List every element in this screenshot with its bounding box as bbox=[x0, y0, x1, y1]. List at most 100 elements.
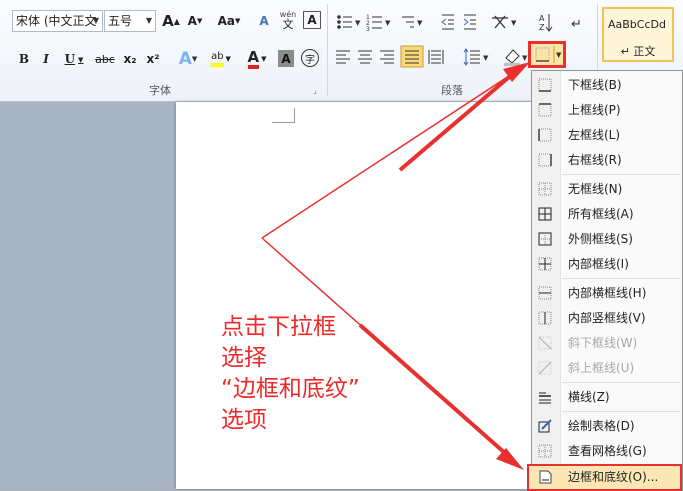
menu-separator bbox=[562, 278, 680, 279]
shading-icon[interactable]: ▼ bbox=[504, 49, 528, 66]
font-size-combo[interactable]: 五号 ▼ bbox=[104, 10, 156, 32]
style-normal[interactable]: AaBbCcDd ↵ 正文 bbox=[602, 7, 674, 62]
page-margin-corner bbox=[272, 108, 295, 123]
grow-font-icon: A bbox=[162, 12, 174, 30]
borders-button[interactable]: ▼ bbox=[528, 41, 566, 68]
bold-button[interactable]: B bbox=[14, 48, 34, 70]
menu-item-right-border[interactable]: 右框线(R) bbox=[532, 148, 682, 173]
inside-borders-icon bbox=[538, 257, 552, 271]
italic-button[interactable]: I bbox=[36, 48, 56, 70]
group-label-paragraph: 段落 bbox=[441, 84, 463, 97]
italic-icon: I bbox=[43, 52, 49, 66]
underline-button[interactable]: U ▼ bbox=[60, 48, 88, 70]
menu-item-bottom-border[interactable]: 下框线(B) bbox=[532, 73, 682, 98]
borders-shading-icon bbox=[539, 470, 552, 484]
enclose-characters-icon: 字 bbox=[305, 54, 315, 66]
menu-item-label: 斜下框线(W) bbox=[568, 336, 638, 350]
svg-text:▼: ▼ bbox=[483, 54, 489, 62]
distributed-icon[interactable] bbox=[428, 50, 444, 64]
strikethrough-button[interactable]: abc bbox=[92, 48, 118, 70]
svg-text:▼: ▼ bbox=[385, 19, 391, 27]
bullets-icon[interactable]: ▼ bbox=[337, 15, 361, 29]
all-borders-icon bbox=[538, 207, 552, 221]
menu-item-left-border[interactable]: 左框线(L) bbox=[532, 123, 682, 148]
bottom-border-icon bbox=[538, 78, 552, 92]
font-name-value: 宋体 (中文正文 bbox=[16, 14, 97, 28]
group-separator bbox=[327, 4, 328, 96]
menu-item-diagonal-up-border: 斜上框线(U) bbox=[532, 356, 682, 381]
menu-item-view-gridlines[interactable]: 查看网格线(G) bbox=[532, 439, 682, 464]
inside-vertical-border-icon bbox=[538, 311, 552, 325]
text-effects-button[interactable]: A ▼ bbox=[174, 48, 202, 70]
font-color-button[interactable]: A ▼ bbox=[242, 48, 272, 70]
menu-item-outside-borders[interactable]: 外侧框线(S) bbox=[532, 227, 682, 252]
justify-icon[interactable] bbox=[400, 45, 424, 68]
borders-icon: ▼ bbox=[535, 46, 562, 63]
enclose-characters-button[interactable]: 字 bbox=[301, 49, 319, 67]
character-border-button[interactable]: A bbox=[303, 11, 321, 29]
align-right-icon[interactable] bbox=[380, 50, 394, 64]
svg-text:3: 3 bbox=[366, 26, 370, 33]
menu-item-label: 横线(Z) bbox=[568, 390, 610, 404]
menu-item-top-border[interactable]: 上框线(P) bbox=[532, 98, 682, 123]
phonetic-guide-button[interactable]: wén 文 bbox=[276, 9, 300, 31]
font-color-icon: A bbox=[247, 49, 260, 69]
align-center-icon[interactable] bbox=[358, 50, 372, 64]
style-preview: AaBbCcDd bbox=[608, 18, 666, 31]
numbering-icon[interactable]: 123 ▼ bbox=[366, 14, 391, 33]
font-dialog-launcher-icon[interactable]: ⌟ bbox=[313, 86, 322, 95]
menu-item-borders-shading[interactable]: 边框和底纹(O)... bbox=[527, 464, 682, 491]
superscript-button[interactable]: x² bbox=[143, 48, 163, 70]
menu-item-label: 查看网格线(G) bbox=[568, 444, 647, 458]
menu-item-label: 左框线(L) bbox=[568, 128, 621, 142]
menu-item-inside-borders[interactable]: 内部框线(I) bbox=[532, 252, 682, 277]
align-left-icon[interactable] bbox=[336, 50, 350, 64]
menu-item-draw-table[interactable]: 绘制表格(D) bbox=[532, 414, 682, 439]
menu-item-horizontal-line[interactable]: 横线(Z) bbox=[532, 385, 682, 410]
menu-separator bbox=[562, 174, 680, 175]
menu-item-label: 边框和底纹(O)... bbox=[568, 470, 659, 484]
menu-item-inside-vertical-border[interactable]: 内部竖框线(V) bbox=[532, 306, 682, 331]
phonetic-char: 文 bbox=[282, 18, 294, 31]
clear-format-button[interactable]: A bbox=[254, 10, 274, 32]
line-spacing-icon[interactable]: ▼ bbox=[463, 48, 489, 66]
menu-item-diagonal-down-border: 斜下框线(W) bbox=[532, 331, 682, 356]
menu-item-label: 下框线(B) bbox=[568, 78, 622, 92]
chinese-layout-icon[interactable]: ▼ bbox=[492, 15, 517, 29]
shrink-font-icon: A bbox=[187, 14, 197, 28]
svg-text:A: A bbox=[539, 14, 545, 23]
character-shading-button[interactable]: A bbox=[278, 50, 294, 67]
menu-item-no-border[interactable]: 无框线(N) bbox=[532, 177, 682, 202]
character-shading-icon: A bbox=[281, 51, 291, 66]
inside-horizontal-border-icon bbox=[538, 286, 552, 300]
svg-text:▼: ▼ bbox=[417, 19, 423, 27]
bold-icon: B bbox=[18, 52, 30, 66]
subscript-button[interactable]: x₂ bbox=[120, 48, 140, 70]
top-border-icon bbox=[538, 103, 552, 117]
highlight-button[interactable]: ab ▼ bbox=[206, 48, 236, 70]
text-effects-icon: A bbox=[178, 49, 192, 69]
svg-text:▼: ▼ bbox=[511, 19, 517, 27]
font-name-combo[interactable]: 宋体 (中文正文 ▼ bbox=[12, 10, 103, 32]
group-label-font: 字体 bbox=[149, 84, 171, 97]
menu-item-all-borders[interactable]: 所有框线(A) bbox=[532, 202, 682, 227]
sort-icon[interactable]: AZ bbox=[539, 14, 553, 32]
menu-item-label: 右框线(R) bbox=[568, 153, 622, 167]
highlight-icon: ab bbox=[211, 51, 224, 67]
annotation-text: 点击下拉框 选择 “边框和底纹” 选项 bbox=[221, 314, 360, 433]
menu-item-label: 内部竖框线(V) bbox=[568, 311, 646, 325]
change-case-icon: Aa bbox=[217, 14, 235, 28]
shrink-font-button[interactable]: A ▼ bbox=[184, 10, 206, 32]
grow-font-button[interactable]: A ▲ bbox=[160, 10, 182, 32]
change-case-button[interactable]: Aa ▼ bbox=[214, 10, 244, 32]
menu-item-inside-horizontal-border[interactable]: 内部横框线(H) bbox=[532, 281, 682, 306]
menu-item-label: 绘制表格(D) bbox=[568, 419, 635, 433]
show-hide-marks-icon[interactable]: ↵ bbox=[571, 17, 582, 32]
clear-format-icon: A bbox=[259, 14, 269, 28]
decrease-indent-icon[interactable] bbox=[441, 14, 454, 30]
increase-indent-icon[interactable] bbox=[463, 14, 476, 30]
chevron-down-icon: ▼ bbox=[145, 16, 153, 25]
chevron-down-icon: ▼ bbox=[92, 16, 100, 25]
borders-dropdown-menu: 下框线(B) 上框线(P) 左框线(L) 右框线(R) 无框线(N) 所有框线(A) 外侧框… bbox=[527, 70, 683, 491]
multilevel-list-icon[interactable]: ▼ bbox=[402, 16, 423, 28]
